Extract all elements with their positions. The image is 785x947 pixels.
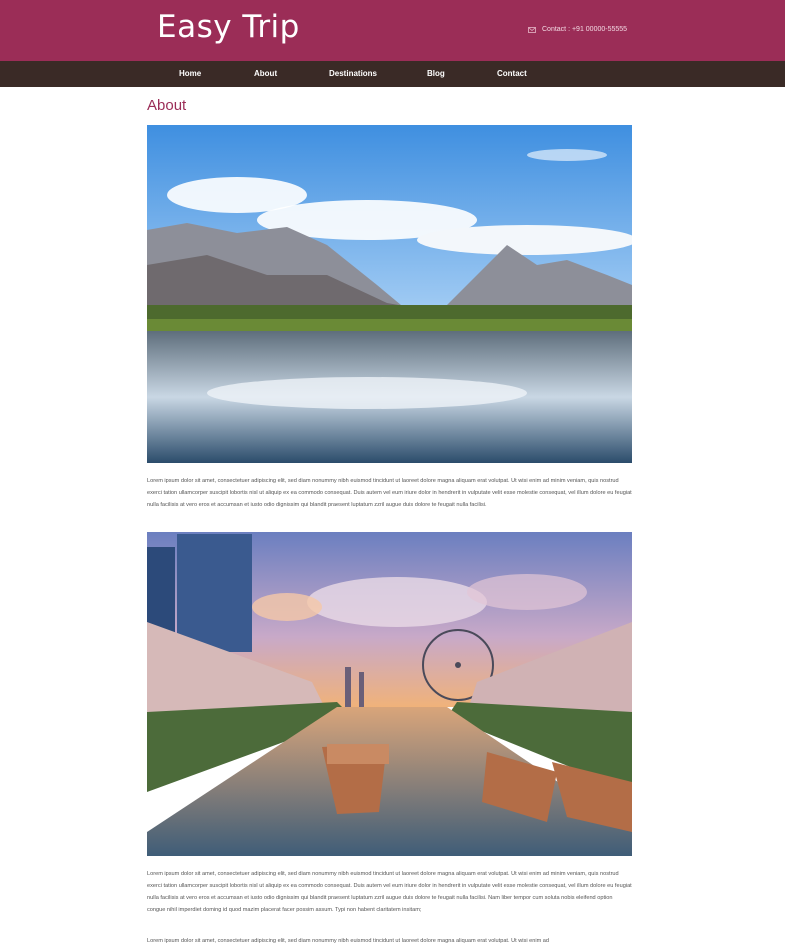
main-nav: Home About Destinations Blog Contact xyxy=(0,61,785,87)
site-header: Easy Trip Contact : +91 00000-55555 xyxy=(0,0,785,61)
nav-destinations[interactable]: Destinations xyxy=(329,61,377,87)
mountain-lake-image xyxy=(147,125,632,463)
nav-blog[interactable]: Blog xyxy=(427,61,445,87)
mail-icon xyxy=(528,26,536,33)
contact-text: Contact : +91 00000-55555 xyxy=(542,26,628,33)
about-paragraph-2: Lorem ipsum dolor sit amet, consectetuer… xyxy=(147,871,632,913)
site-logo[interactable]: Easy Trip xyxy=(157,9,300,45)
contact-info: Contact : +91 00000-55555 xyxy=(528,26,627,33)
nav-home[interactable]: Home xyxy=(179,61,201,87)
nav-about[interactable]: About xyxy=(254,61,277,87)
page-title: About xyxy=(147,97,187,114)
about-paragraph-1: Lorem ipsum dolor sit amet, consectetuer… xyxy=(147,478,632,508)
about-paragraph-3: Lorem ipsum dolor sit amet, consectetuer… xyxy=(147,938,550,944)
nav-contact[interactable]: Contact xyxy=(497,61,527,87)
canal-image xyxy=(147,532,632,856)
